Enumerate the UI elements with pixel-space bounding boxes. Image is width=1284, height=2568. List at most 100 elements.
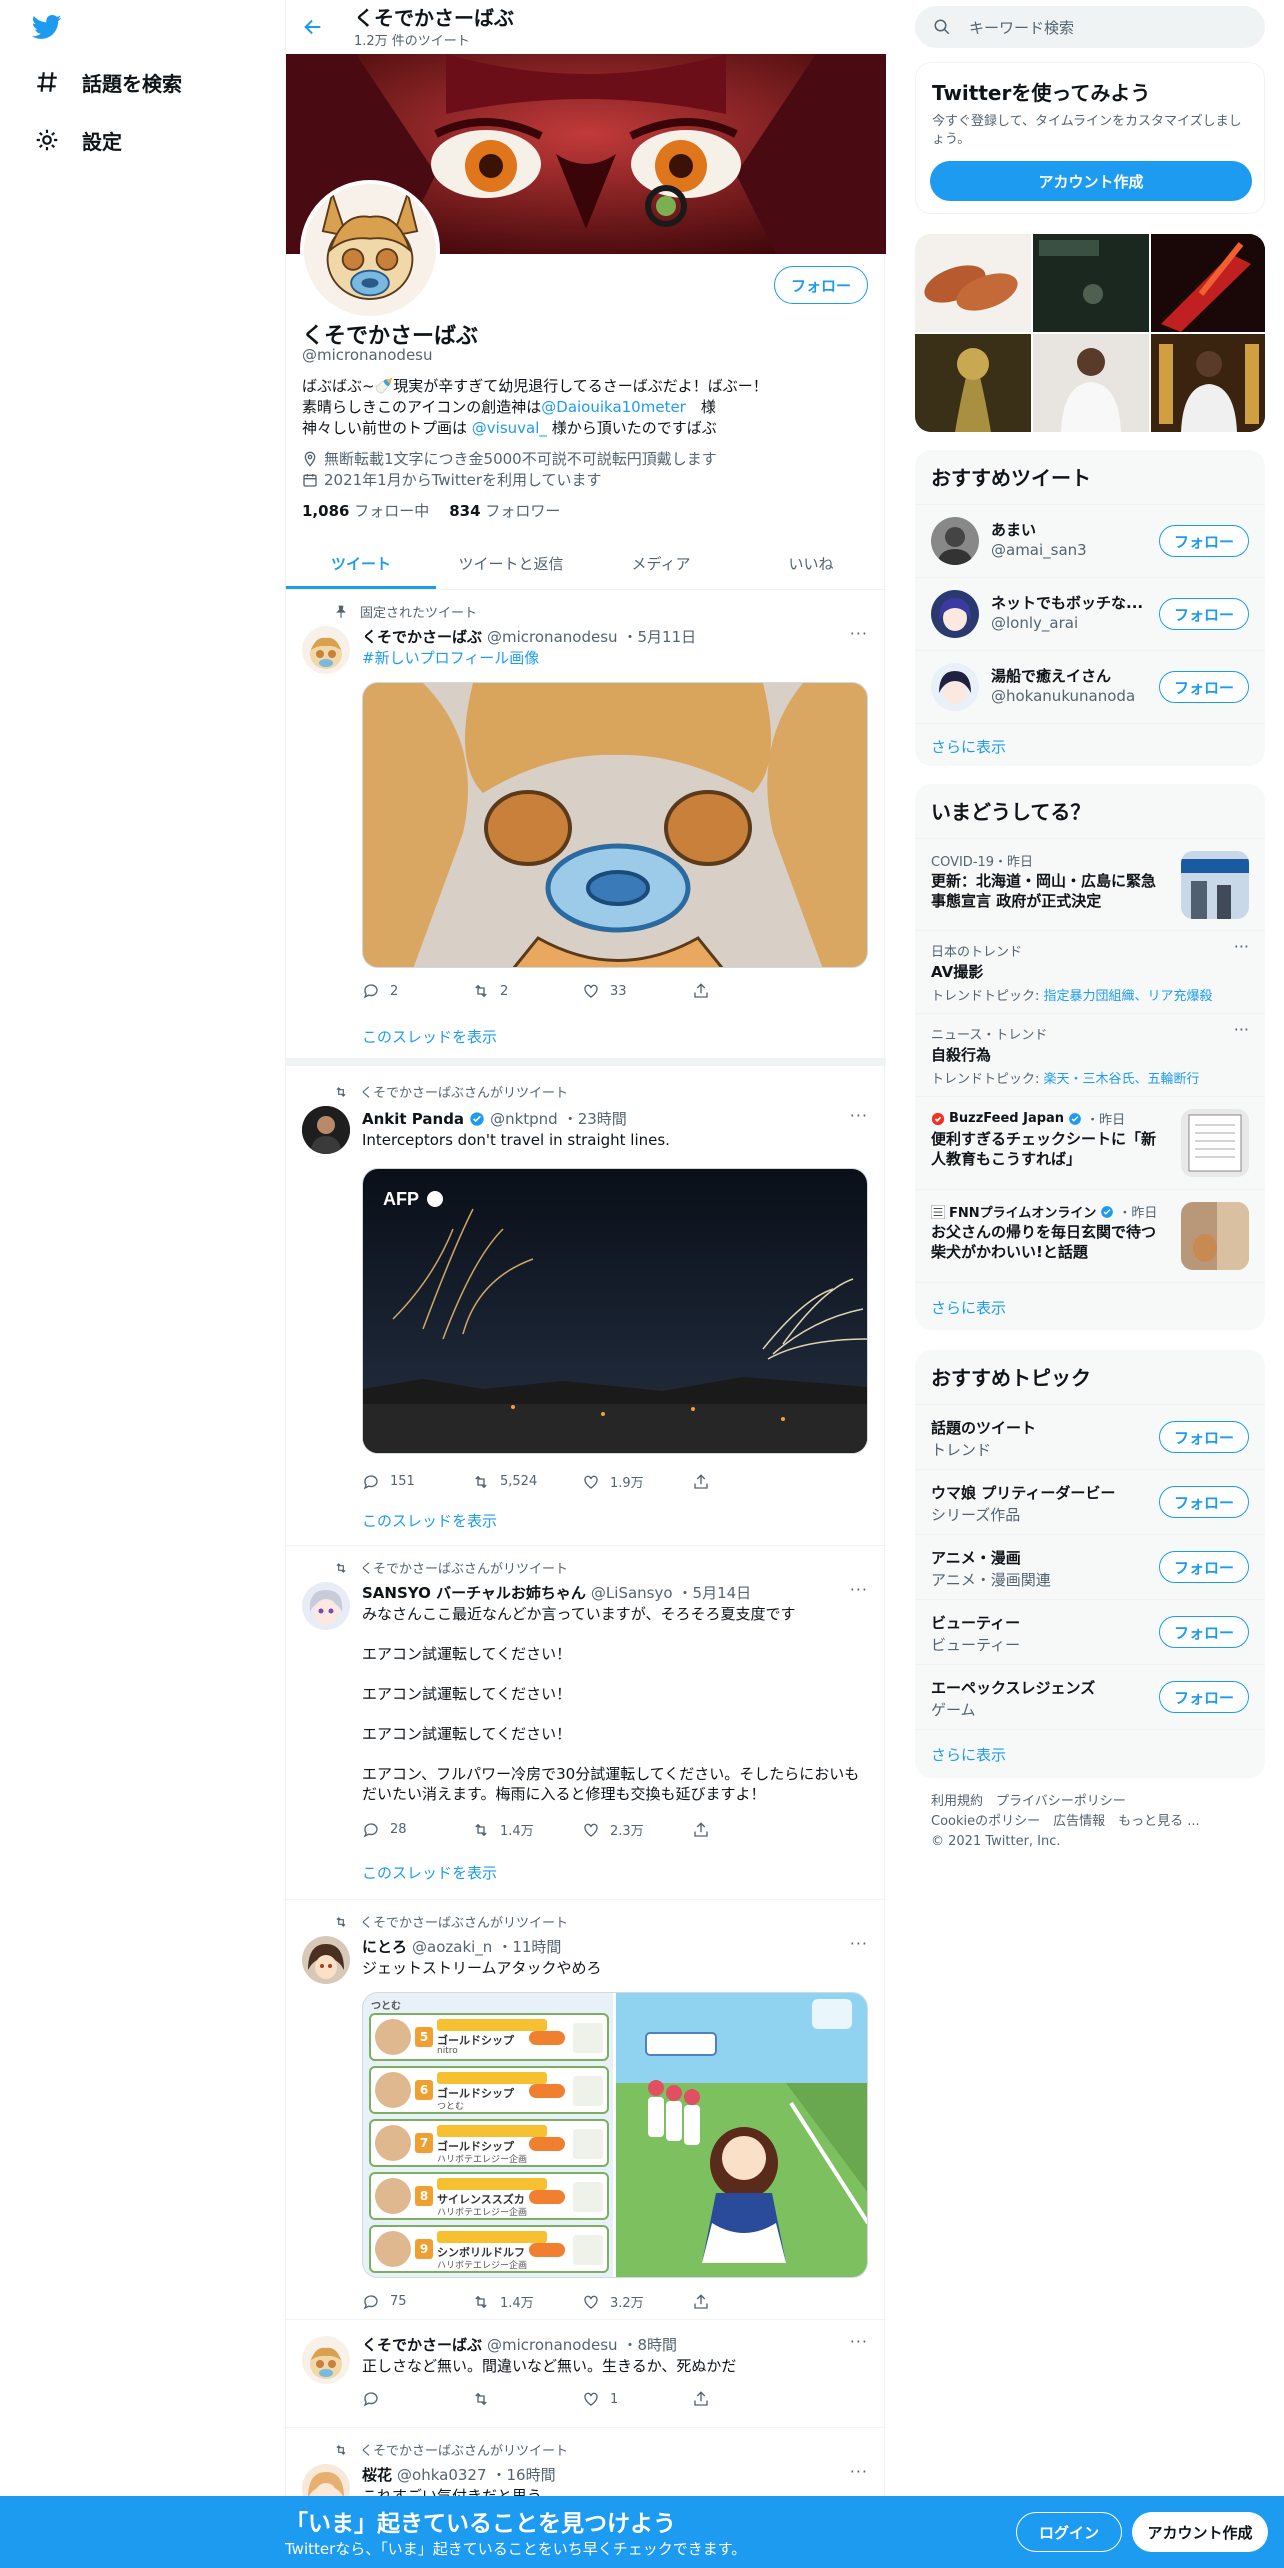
tweet-image[interactable] <box>616 1993 867 2277</box>
tweet-author-name[interactable]: Ankit Panda <box>362 1110 464 1128</box>
avatar[interactable] <box>931 517 979 565</box>
tweet-image[interactable]: つとむ 5 ゴールドシップ nitro 6 ゴールドシップ つとむ 7 ゴールドシップ ハリボテ… <box>363 1993 613 2277</box>
more-icon[interactable]: ··· <box>850 624 868 643</box>
tweet[interactable]: くそでかさーばぶさんがリツイート SANSYO バーチャルお姉ちゃん @LiSa… <box>286 1546 886 1900</box>
tweet-author-name[interactable]: SANSYO バーチャルお姉ちゃん <box>362 1582 586 1603</box>
share-button[interactable] <box>692 2390 802 2408</box>
follow-button[interactable]: フォロー <box>773 266 868 304</box>
tab-media[interactable]: メディア <box>586 538 736 589</box>
reply-button[interactable]: 75 <box>362 2292 472 2311</box>
topic-item[interactable]: ウマ娘 プリティーダービー シリーズ作品 フォロー <box>915 1469 1265 1534</box>
reply-button[interactable] <box>362 2390 472 2408</box>
like-button[interactable]: 1.9万 <box>582 1472 692 1491</box>
tab-tweets-replies[interactable]: ツイートと返信 <box>436 538 586 589</box>
tweet-time[interactable]: ・5月11日 <box>623 626 697 647</box>
reply-button[interactable]: 28 <box>362 1820 472 1839</box>
follow-button[interactable]: フォロー <box>1158 598 1249 630</box>
trend-item[interactable]: ニュース・トレンド ··· 自殺行為 トレンドトピック: 楽天・三木谷氏、五輪断… <box>915 1013 1265 1096</box>
tweet-author-handle[interactable]: @micronanodesu <box>487 628 618 646</box>
trend-related-link[interactable]: 楽天・三木谷氏、五輪断行 <box>1044 1072 1200 1087</box>
show-more-row[interactable]: さらに表示 <box>915 1282 1265 1330</box>
media-thumbnail[interactable] <box>1151 234 1265 332</box>
nav-settings[interactable]: 設定 <box>34 120 122 160</box>
media-thumbnail[interactable] <box>915 234 1031 332</box>
tweet-time[interactable]: ・23時間 <box>563 1108 627 1129</box>
trend-item[interactable]: 日本のトレンド ··· AV撮影 トレンドトピック: 指定暴力団組織、リア充爆殺 <box>915 930 1265 1013</box>
tweet-time[interactable]: ・5月14日 <box>678 1582 752 1603</box>
retweet-button[interactable]: 1.4万 <box>472 1820 582 1839</box>
trend-item[interactable]: COVID-19・昨日 更新：北海道・岡山・広島に緊急事態宣言 政府が正式決定 <box>915 838 1265 930</box>
avatar[interactable] <box>931 590 979 638</box>
more-icon[interactable]: ··· <box>850 1934 868 1953</box>
more-icon[interactable]: ··· <box>850 2332 868 2351</box>
avatar[interactable] <box>302 1106 350 1154</box>
user-suggestion[interactable]: ネットでもボッチな... @lonly_arai フォロー <box>915 577 1265 650</box>
back-arrow-icon[interactable] <box>298 12 328 42</box>
follow-button[interactable]: フォロー <box>1158 525 1249 557</box>
show-thread-link[interactable]: このスレッドを表示 <box>362 1862 497 1883</box>
tweet-author-handle[interactable]: @ohka0327 <box>397 2466 486 2484</box>
avatar[interactable] <box>302 2336 350 2384</box>
user-suggestion[interactable]: 湯船で癒えイさん @hokanukunanoda フォロー <box>915 650 1265 723</box>
avatar[interactable] <box>302 1936 350 1984</box>
show-more-link[interactable]: さらに表示 <box>931 736 1006 757</box>
follow-topic-button[interactable]: フォロー <box>1158 1421 1249 1453</box>
retweet-button[interactable]: 2 <box>472 982 582 1000</box>
retweet-button[interactable] <box>472 2390 582 2408</box>
topic-item[interactable]: ビューティー ビューティー フォロー <box>915 1599 1265 1664</box>
tweet-time[interactable]: ・8時間 <box>623 2334 678 2355</box>
more-icon[interactable]: ··· <box>1234 937 1249 956</box>
more-icon[interactable]: ··· <box>1234 1020 1249 1039</box>
tweet[interactable]: くそでかさーばぶさんがリツイート Ankit Panda @nktpnd ・23… <box>286 1066 886 1546</box>
search-box[interactable]: キーワード検索 <box>915 6 1265 48</box>
reply-button[interactable]: 151 <box>362 1472 472 1491</box>
tweet-image[interactable]: AFP <box>362 1168 868 1454</box>
login-button[interactable]: ログイン <box>1016 2512 1122 2552</box>
follow-button[interactable]: フォロー <box>1158 671 1249 703</box>
followers-link[interactable]: 834 フォロワー <box>449 500 560 521</box>
follow-topic-button[interactable]: フォロー <box>1158 1551 1249 1583</box>
bio-mention-link[interactable]: @visuval_ <box>472 419 547 437</box>
trend-related-link[interactable]: 指定暴力団組織、リア充爆殺 <box>1044 989 1213 1004</box>
tweet-author-handle[interactable]: @micronanodesu <box>487 2336 618 2354</box>
topic-item[interactable]: エーペックスレジェンズ ゲーム フォロー <box>915 1664 1265 1729</box>
tab-tweets[interactable]: ツイート <box>286 538 436 589</box>
tweet-author-name[interactable]: 桜花 <box>362 2464 392 2485</box>
footer-line[interactable]: 利用規約 プライバシーポリシー <box>931 1792 1200 1812</box>
avatar[interactable] <box>302 1582 350 1630</box>
share-button[interactable] <box>692 2292 802 2311</box>
trend-item[interactable]: FNNプライムオンライン ・昨日 お父さんの帰りを毎日玄関で待つ柴犬がかわいい!… <box>915 1189 1265 1282</box>
retweet-button[interactable]: 1.4万 <box>472 2292 582 2311</box>
like-button[interactable]: 1 <box>582 2390 692 2408</box>
more-icon[interactable]: ··· <box>850 1106 868 1125</box>
more-icon[interactable]: ··· <box>850 2462 868 2481</box>
topic-item[interactable]: 話題のツイート トレンド フォロー <box>915 1404 1265 1469</box>
nav-explore[interactable]: 話題を検索 <box>34 62 182 102</box>
show-more-link[interactable]: さらに表示 <box>931 1297 1006 1318</box>
follow-topic-button[interactable]: フォロー <box>1158 1486 1249 1518</box>
show-thread-link[interactable]: このスレッドを表示 <box>362 1510 497 1531</box>
tweet-time[interactable]: ・16時間 <box>492 2464 556 2485</box>
tab-likes[interactable]: いいね <box>736 538 886 589</box>
tweet[interactable]: くそでかさーばぶ @micronanodesu ・8時間 ··· 正しさなど無い… <box>286 2320 886 2428</box>
topic-item[interactable]: アニメ・漫画 アニメ・漫画関連 フォロー <box>915 1534 1265 1599</box>
tweet-author-handle[interactable]: @aozaki_n <box>412 1938 492 1956</box>
media-thumbnail[interactable] <box>915 334 1031 432</box>
media-thumbnail[interactable] <box>1033 234 1149 332</box>
profile-avatar[interactable] <box>300 180 440 320</box>
show-more-row[interactable]: さらに表示 <box>915 1729 1265 1778</box>
tweet-author-handle[interactable]: @nktpnd <box>490 1110 558 1128</box>
like-button[interactable]: 3.2万 <box>582 2292 692 2311</box>
show-more-link[interactable]: さらに表示 <box>931 1744 1006 1765</box>
signup-button[interactable]: アカウント作成 <box>1132 2512 1268 2552</box>
search-input[interactable]: キーワード検索 <box>969 17 1074 38</box>
tweet-image[interactable] <box>362 682 868 968</box>
follow-topic-button[interactable]: フォロー <box>1158 1616 1249 1648</box>
share-button[interactable] <box>692 1820 802 1839</box>
tweet-author-name[interactable]: にとろ <box>362 1936 407 1957</box>
retweet-button[interactable]: 5,524 <box>472 1472 582 1491</box>
share-button[interactable] <box>692 1472 802 1491</box>
tweet-author-name[interactable]: くそでかさーばぶ <box>362 2334 482 2355</box>
like-button[interactable]: 2.3万 <box>582 1820 692 1839</box>
twitter-logo-icon[interactable] <box>30 12 64 42</box>
